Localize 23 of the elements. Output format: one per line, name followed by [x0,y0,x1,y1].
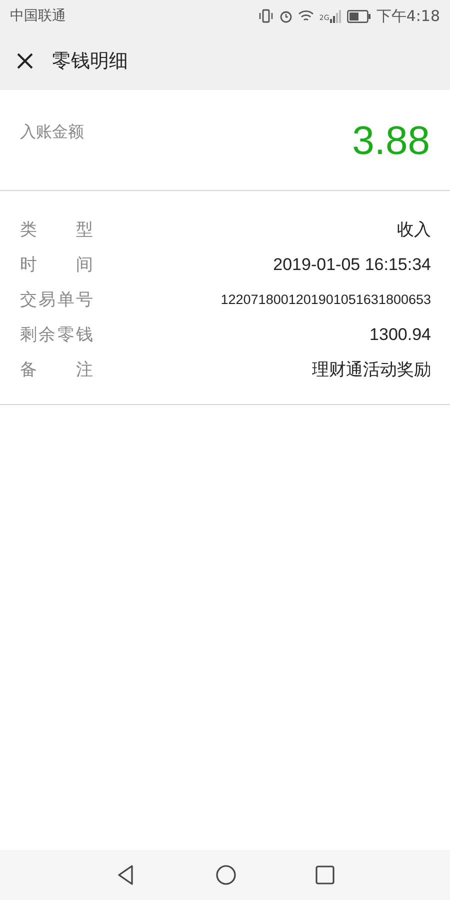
detail-label: 备 注 [20,359,93,381]
page-title: 零钱明细 [52,49,128,74]
wifi-icon [298,10,314,22]
detail-value: 理财通活动奖励 [312,359,431,381]
vibrate-icon [258,9,274,23]
detail-value: 1300.94 [370,324,431,344]
signal-icon [330,10,342,22]
battery-icon [347,10,372,22]
recents-icon[interactable] [315,865,335,885]
detail-label: 类 型 [20,219,93,241]
detail-label: 交易单号 [20,289,93,311]
detail-value: 收入 [397,219,431,241]
amount-value: 3.88 [352,118,430,164]
carrier-name: 中国联通 [10,7,66,25]
detail-value: 1220718001201901051631800653 [220,292,431,307]
clock-time: 下午4:18 [376,6,440,26]
amount-label: 入账金额 [20,122,84,143]
detail-label: 剩余零钱 [20,324,93,346]
alarm-icon [279,9,294,23]
detail-value: 2019-01-05 16:15:34 [273,254,431,274]
close-icon[interactable] [16,52,34,70]
detail-label: 时 间 [20,254,93,276]
home-icon[interactable] [215,864,237,886]
